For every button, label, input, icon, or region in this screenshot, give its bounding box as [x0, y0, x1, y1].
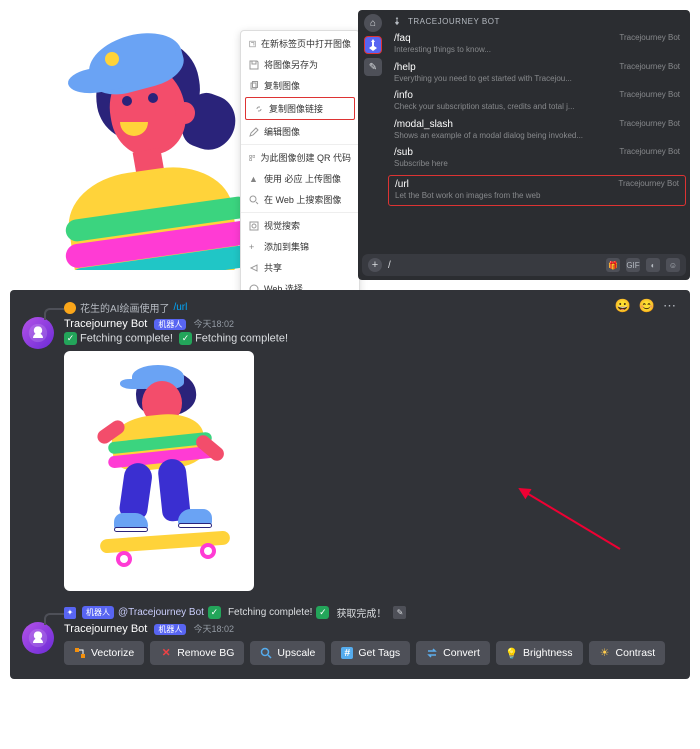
share-icon — [249, 263, 259, 273]
ctx-copy-image-link[interactable]: 复制图像链接 — [245, 97, 355, 120]
bot-tag: 机器人 — [154, 319, 186, 330]
ctx-label: 编辑图像 — [264, 125, 300, 138]
ctx-save-image[interactable]: 将图像另存为 — [241, 54, 359, 75]
action-buttons-row: Vectorize ✕Remove BG Upscale #Get Tags C… — [64, 641, 678, 665]
bulb-icon: 💡 — [506, 647, 518, 659]
ctx-label: 添加到集锦 — [264, 240, 309, 253]
slash-command-list: Tracejourney Bot/faqInteresting things t… — [388, 30, 686, 206]
ctx-label: 在 Web 上搜索图像 — [264, 193, 341, 206]
edit-icon[interactable]: ✎ — [393, 606, 406, 619]
ctx-label: 复制图像链接 — [269, 102, 323, 115]
ctx-label: 视觉搜索 — [264, 219, 300, 232]
mention: @Tracejourney Bot — [118, 607, 204, 618]
sun-icon: ☀ — [599, 647, 611, 659]
ctx-label: 在新标签页中打开图像 — [261, 37, 351, 50]
ctx-share[interactable]: 共享 — [241, 257, 359, 278]
ctx-label: 使用 必应 上传图像 — [264, 172, 341, 185]
brightness-button[interactable]: 💡Brightness — [496, 641, 583, 665]
link-icon — [254, 104, 264, 114]
username[interactable]: Tracejourney Bot — [64, 318, 147, 330]
bot-tag: 机器人 — [154, 624, 186, 635]
character-illustration — [10, 10, 250, 270]
browser-context-menu: 在新标签页中打开图像 将图像另存为 复制图像 复制图像链接 编辑图像 为此图像创… — [240, 30, 360, 302]
reply-username: 花生的AI绘画使用了 — [80, 300, 169, 315]
ctx-label: 复制图像 — [264, 79, 300, 92]
slash-sidebar: ⌂ ✎ — [362, 14, 384, 76]
bot-message-1: Tracejourney Bot 机器人 今天18:02 ✓Fetching c… — [22, 317, 678, 591]
reply-command: /url — [173, 302, 187, 313]
bot-square-icon: ✦ — [64, 607, 76, 619]
slash-cmd-faq[interactable]: Tracejourney Bot/faqInteresting things t… — [388, 30, 686, 59]
reply-indicator-2[interactable]: ✦ 机器人 @Tracejourney Bot ✓Fetching comple… — [22, 605, 678, 620]
ctx-label: 将图像另存为 — [264, 58, 318, 71]
gift-icon[interactable]: 🎁 — [606, 258, 620, 272]
check-icon: ✓ — [316, 606, 329, 619]
contrast-button[interactable]: ☀Contrast — [589, 641, 666, 665]
discord-chat-panel: 😀 😊 ⋯ 花生的AI绘画使用了 /url Tracejourney Bot 机… — [10, 290, 690, 679]
bot-tag: 机器人 — [82, 606, 114, 619]
slash-cmd-modal[interactable]: Tracejourney Bot/modal_slashShows an exa… — [388, 116, 686, 145]
open-icon — [249, 39, 256, 49]
discord-message-input[interactable]: + / 🎁 GIF ◐ ☺ — [362, 254, 686, 276]
check-icon: ✓ — [208, 606, 221, 619]
slash-header: TRACEJOURNEY BOT — [362, 14, 686, 30]
emoji-icon[interactable]: ☺ — [666, 258, 680, 272]
ctx-qr-code[interactable]: 为此图像创建 QR 代码 — [241, 147, 359, 168]
slash-cmd-help[interactable]: Tracejourney Bot/helpEverything you need… — [388, 59, 686, 88]
convert-icon — [426, 647, 438, 659]
bot-message-2: Tracejourney Bot 机器人 今天18:02 Vectorize ✕… — [22, 622, 678, 665]
slash-cmd-sub[interactable]: Tracejourney Bot/subSubscribe here — [388, 144, 686, 173]
input-text: / — [388, 260, 600, 271]
ctx-upload-bing[interactable]: ▲ 使用 必应 上传图像 — [241, 168, 359, 189]
removebg-button[interactable]: ✕Remove BG — [150, 641, 244, 665]
collection-icon: + — [249, 242, 259, 252]
result-image[interactable] — [64, 351, 254, 591]
gettags-button[interactable]: #Get Tags — [331, 641, 410, 665]
slash-header-label: TRACEJOURNEY BOT — [408, 17, 500, 26]
search-icon — [249, 195, 259, 205]
ctx-edit-image[interactable]: 编辑图像 — [241, 121, 359, 142]
status-text: ✓Fetching complete! ✓Fetching complete! — [64, 332, 678, 345]
hashtag-icon: # — [341, 647, 353, 659]
bot-avatar[interactable] — [22, 317, 54, 349]
ctx-label: 共享 — [264, 261, 282, 274]
visual-search-icon — [249, 221, 259, 231]
slash-cmd-url[interactable]: Tracejourney Bot/urlLet the Bot work on … — [388, 175, 686, 206]
gif-icon[interactable]: GIF — [626, 258, 640, 272]
upload-icon: ▲ — [249, 174, 259, 184]
tracejourney-app-icon[interactable] — [364, 36, 382, 54]
ctx-copy-image[interactable]: 复制图像 — [241, 75, 359, 96]
copy-icon — [249, 81, 259, 91]
username[interactable]: Tracejourney Bot — [64, 623, 147, 635]
discord-slash-popup: ⌂ ✎ TRACEJOURNEY BOT Tracejourney Bot/fa… — [358, 10, 690, 280]
upscale-button[interactable]: Upscale — [250, 641, 325, 665]
reply-avatar — [64, 302, 76, 314]
image-with-context-menu: 在新标签页中打开图像 将图像另存为 复制图像 复制图像链接 编辑图像 为此图像创… — [10, 10, 350, 280]
removebg-icon: ✕ — [160, 647, 172, 659]
edit-icon — [249, 127, 259, 137]
ctx-open-new-tab[interactable]: 在新标签页中打开图像 — [241, 33, 359, 54]
ctx-visual-search[interactable]: 视觉搜索 — [241, 215, 359, 236]
qr-icon — [249, 153, 255, 163]
sticker-icon[interactable]: ◐ — [646, 258, 660, 272]
timestamp: 今天18:02 — [193, 319, 234, 329]
check-icon: ✓ — [64, 332, 77, 345]
attach-icon[interactable]: + — [368, 258, 382, 272]
home-icon[interactable]: ⌂ — [364, 14, 382, 32]
ctx-search-web[interactable]: 在 Web 上搜索图像 — [241, 189, 359, 210]
upscale-icon — [260, 647, 272, 659]
vectorize-icon — [74, 647, 86, 659]
convert-button[interactable]: Convert — [416, 641, 490, 665]
bot-avatar[interactable] — [22, 622, 54, 654]
vectorize-button[interactable]: Vectorize — [64, 641, 144, 665]
ctx-label: 为此图像创建 QR 代码 — [260, 151, 351, 164]
save-icon — [249, 60, 259, 70]
slash-cmd-info[interactable]: Tracejourney Bot/infoCheck your subscrip… — [388, 87, 686, 116]
timestamp: 今天18:02 — [193, 624, 234, 634]
pencil-app-icon[interactable]: ✎ — [364, 58, 382, 76]
reply-indicator[interactable]: 花生的AI绘画使用了 /url — [22, 300, 678, 315]
ctx-add-collection[interactable]: + 添加到集锦 — [241, 236, 359, 257]
check-icon: ✓ — [179, 332, 192, 345]
